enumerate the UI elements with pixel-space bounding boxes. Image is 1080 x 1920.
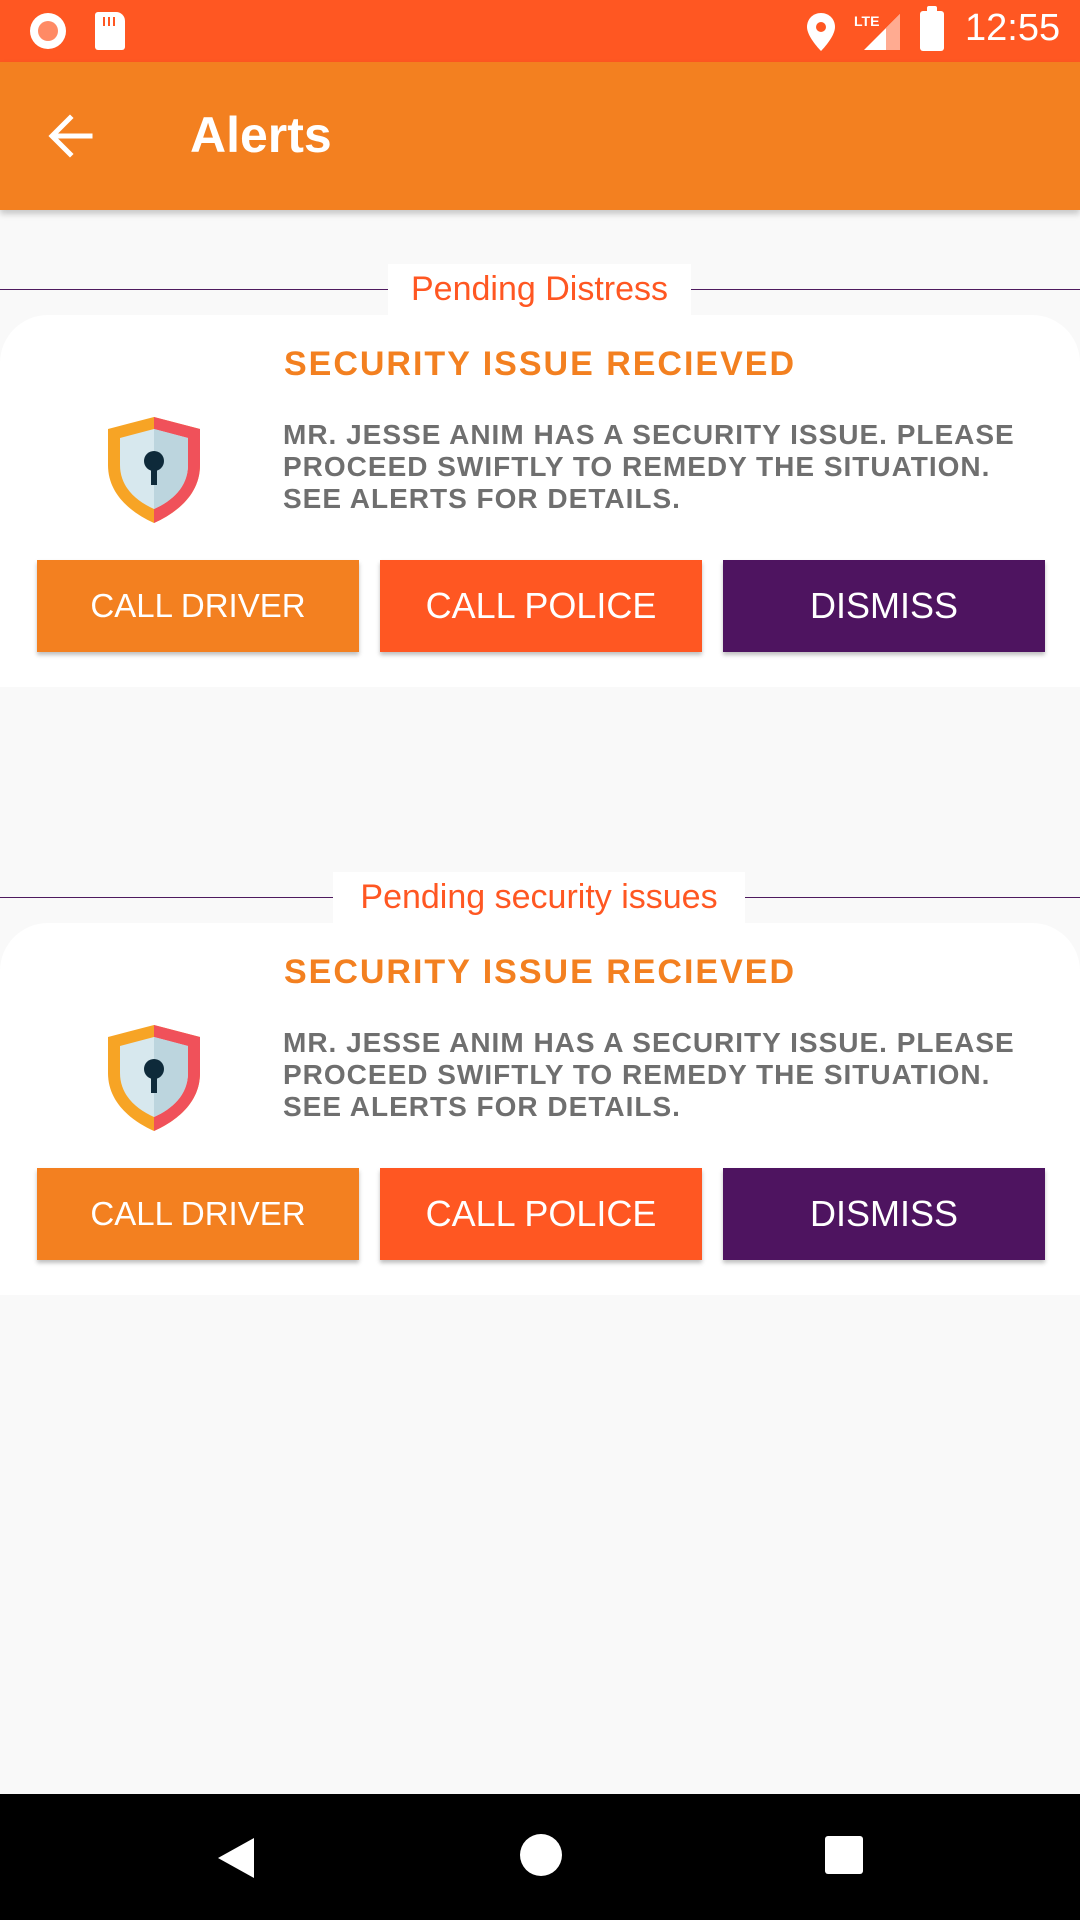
- call-driver-button[interactable]: CALL DRIVER: [37, 1168, 359, 1260]
- nav-recents-icon[interactable]: [825, 1836, 863, 1874]
- battery-icon: [920, 6, 944, 51]
- app-bar: Alerts: [0, 62, 1080, 210]
- section-label-pending-security: Pending security issues: [333, 872, 745, 923]
- sd-card-icon: [95, 12, 125, 50]
- nav-home-icon[interactable]: [520, 1834, 562, 1876]
- network-type: LTE: [854, 13, 879, 29]
- card-title: Security Issue Recieved: [283, 953, 797, 991]
- call-driver-button[interactable]: CALL DRIVER: [37, 560, 359, 652]
- alert-message: Mr. Jesse Anim has a security issue. Ple…: [283, 1027, 1015, 1122]
- alert-card: Security Issue Recieved Mr. Jesse Anim h…: [0, 315, 1080, 687]
- card-title: Security Issue Recieved: [283, 345, 797, 383]
- shield-lock-icon: [108, 1025, 200, 1131]
- call-police-button[interactable]: CALL POLICE: [380, 560, 702, 652]
- call-police-button[interactable]: CALL POLICE: [380, 1168, 702, 1260]
- section-label-pending-distress: Pending Distress: [388, 264, 691, 315]
- page-title: Alerts: [190, 107, 332, 163]
- nav-back-icon[interactable]: [216, 1836, 256, 1880]
- alert-message: Mr. Jesse Anim has a security issue. Ple…: [283, 419, 1015, 514]
- navigation-bar: [0, 1794, 1080, 1920]
- status-time: 12:55: [965, 7, 1061, 49]
- arrow-back-icon[interactable]: [42, 108, 102, 164]
- dismiss-button[interactable]: DISMISS: [723, 560, 1045, 652]
- location-icon: [807, 13, 835, 51]
- signal-lte-icon: LTE: [854, 13, 900, 50]
- shield-lock-icon: [108, 417, 200, 523]
- screen-record-icon: [30, 13, 66, 49]
- dismiss-button[interactable]: DISMISS: [723, 1168, 1045, 1260]
- alert-card: Security Issue Recieved Mr. Jesse Anim h…: [0, 923, 1080, 1295]
- status-bar: LTE 12:55: [0, 0, 1080, 62]
